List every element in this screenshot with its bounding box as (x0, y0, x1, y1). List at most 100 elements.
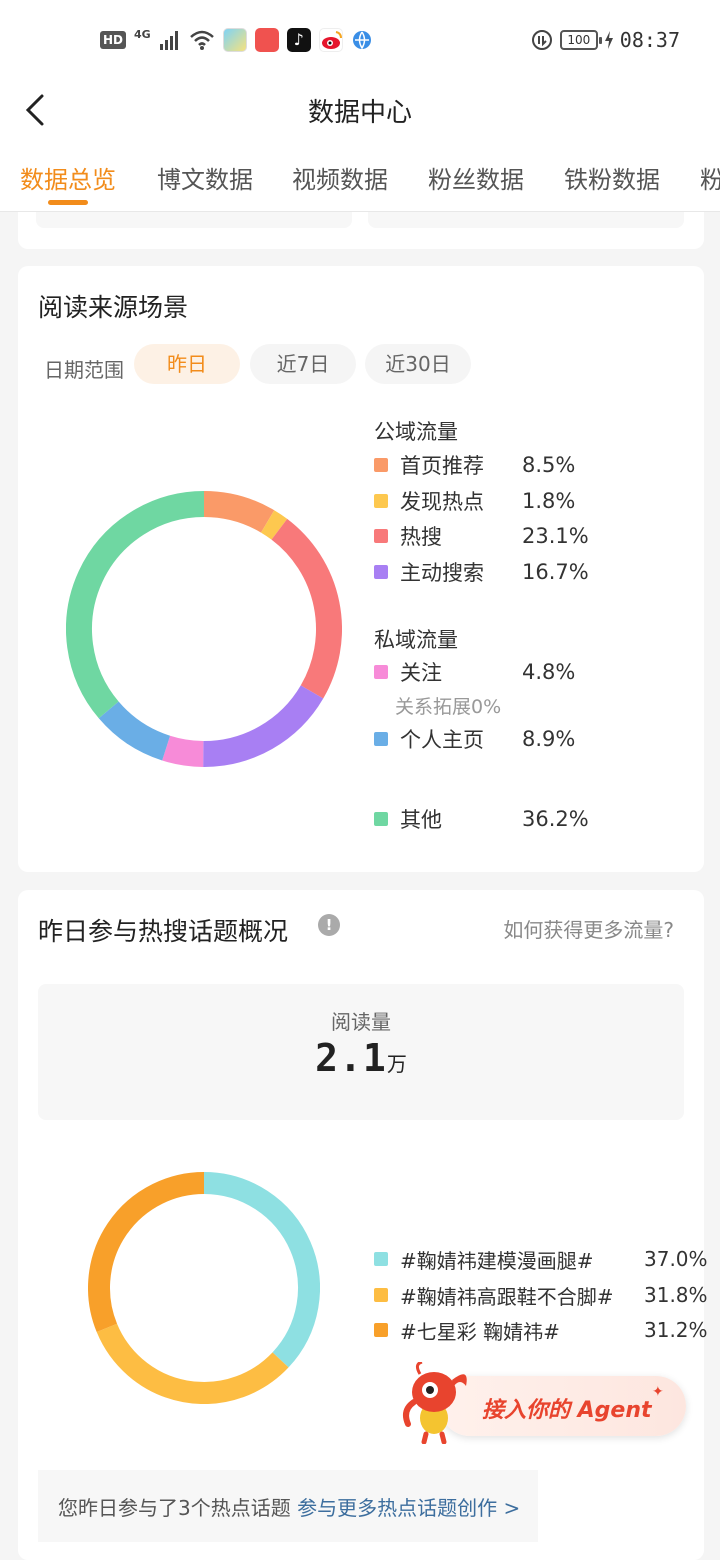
shopping-app-icon (254, 28, 279, 52)
legend-row: 个人主页 8.9% (374, 726, 575, 752)
status-left: HD 4G ♪ (100, 28, 373, 52)
legend-value: 36.2% (522, 807, 589, 831)
read-source-slice-6 (66, 491, 205, 719)
legend-value: 4.8% (522, 660, 576, 684)
legend-row: 其他 36.2% (374, 806, 589, 832)
read-source-slice-4 (162, 735, 204, 767)
legend-name: 主动搜索 (400, 561, 484, 585)
browser-icon (352, 31, 371, 50)
legend-name: 首页推荐 (400, 454, 484, 478)
legend-value: 8.5% (522, 453, 576, 477)
tab-bar: 数据总览 博文数据 视频数据 粉丝数据 铁粉数据 粉 (0, 140, 720, 212)
app-notification-icon (222, 28, 247, 52)
wifi-icon (189, 30, 214, 50)
topic-value: 31.2% (644, 1318, 708, 1342)
more-traffic-link[interactable]: 如何获得更多流量? (503, 914, 674, 943)
charging-icon (604, 31, 613, 49)
hot-topic-slice-1 (96, 1323, 289, 1404)
status-bar: HD 4G ♪ 100 08:37 (0, 0, 720, 80)
hot-topics-title: 昨日参与热搜话题概况 (38, 917, 289, 946)
agent-floating-button[interactable]: 接入你的 Agent ✦ (400, 1362, 690, 1444)
legend-swatch (374, 732, 388, 746)
previous-card-box (36, 212, 352, 228)
previous-card-box (368, 212, 684, 228)
metric-label: 阅读量 (331, 1010, 391, 1034)
relation-note: 关系拓展0% (395, 696, 502, 718)
page-title: 数据中心 (307, 98, 412, 128)
active-tab-indicator (48, 200, 88, 205)
read-count-box: 阅读量 2.1万 (38, 984, 684, 1120)
topic-name: #七星彩 鞠婧祎# (400, 1319, 560, 1344)
range-30days-button[interactable]: 近30日 (365, 344, 471, 384)
nav-header: 数据中心 (0, 80, 720, 140)
tab-iron-fans[interactable]: 铁粉数据 (564, 160, 660, 195)
range-yesterday-button[interactable]: 昨日 (134, 344, 240, 384)
legend-value: 1.8% (522, 489, 576, 513)
hot-topic-slice-0 (203, 1172, 320, 1368)
status-right: 100 08:37 (530, 28, 680, 52)
range-7days-button[interactable]: 近7日 (250, 344, 356, 384)
legend-row: 首页推荐 8.5% (374, 452, 575, 478)
hd-icon: HD (100, 31, 127, 49)
clock: 08:37 (619, 28, 680, 52)
legend-swatch (374, 1252, 388, 1266)
metric-unit: 万 (386, 1052, 407, 1076)
topic-value: 37.0% (644, 1247, 708, 1271)
topic-value: 31.8% (644, 1283, 708, 1307)
legend-row: 主动搜索 16.7% (374, 559, 589, 585)
legend-swatch (374, 1323, 388, 1337)
date-range-label: 日期范围 (44, 358, 124, 382)
metric-value: 2.1万 (38, 1036, 684, 1080)
tab-more[interactable]: 粉 (700, 160, 720, 195)
legend-row: 发现热点 1.8% (374, 488, 575, 514)
legend-value: 23.1% (522, 524, 589, 548)
weibo-icon (318, 28, 343, 52)
agent-label: 接入你的 Agent (482, 1398, 652, 1423)
legend-swatch (374, 1288, 388, 1302)
read-source-donut-chart (66, 491, 342, 767)
legend-swatch (374, 529, 388, 543)
tab-posts[interactable]: 博文数据 (157, 160, 253, 195)
join-topics-link[interactable]: 参与更多热点话题创作 > (297, 1496, 520, 1520)
topic-name: #鞠婧祎高跟鞋不合脚# (400, 1284, 614, 1309)
hot-topics-donut-chart (88, 1172, 320, 1404)
sparkle-icon: ✦ (652, 1384, 664, 1400)
private-traffic-title: 私域流量 (374, 628, 458, 652)
legend-value: 16.7% (522, 560, 589, 584)
legend-name: 个人主页 (400, 728, 484, 752)
tab-overview[interactable]: 数据总览 (20, 160, 116, 195)
topic-legend-row: #鞠婧祎建模漫画腿# 37.0% (374, 1246, 708, 1273)
data-saver-icon (531, 30, 552, 50)
legend-swatch (374, 565, 388, 579)
legend-row: 关注 4.8% (374, 659, 575, 685)
hot-topics-card: 昨日参与热搜话题概况 ! 如何获得更多流量? 阅读量 2.1万 #鞠婧祎建模漫画… (18, 890, 708, 1560)
read-source-card: 阅读来源场景 日期范围 昨日 近7日 近30日 公域流量 首页推荐 8.5% 发… (18, 266, 704, 872)
legend-name: 关注 (400, 661, 442, 685)
topic-name: #鞠婧祎建模漫画腿# (400, 1248, 594, 1273)
info-icon[interactable]: ! (318, 914, 340, 936)
legend-name: 热搜 (400, 525, 442, 549)
tiktok-icon: ♪ (286, 28, 311, 52)
legend-swatch (374, 812, 388, 826)
signal-icon (159, 31, 178, 50)
network-type: 4G (134, 27, 151, 41)
tab-fans[interactable]: 粉丝数据 (428, 160, 524, 195)
previous-card (18, 212, 704, 249)
legend-swatch (374, 665, 388, 679)
hot-topic-slice-2 (88, 1172, 205, 1333)
legend-value: 8.9% (522, 727, 576, 751)
legend-name: 其他 (400, 808, 442, 832)
read-source-slice-5 (98, 701, 171, 761)
read-source-title: 阅读来源场景 (38, 293, 189, 322)
legend-swatch (374, 494, 388, 508)
lobster-mascot-icon (403, 1362, 467, 1444)
legend-row: 热搜 23.1% (374, 523, 589, 549)
topic-legend-row: #鞠婧祎高跟鞋不合脚# 31.8% (374, 1282, 708, 1309)
read-source-slice-2 (271, 518, 342, 699)
legend-swatch (374, 458, 388, 472)
battery-indicator: 100 (559, 30, 602, 50)
read-source-slice-0 (203, 491, 275, 533)
tab-video[interactable]: 视频数据 (292, 160, 388, 195)
metric-number: 2.1 (315, 1036, 387, 1080)
topic-legend-row: #七星彩 鞠婧祎# 31.2% (374, 1317, 708, 1344)
